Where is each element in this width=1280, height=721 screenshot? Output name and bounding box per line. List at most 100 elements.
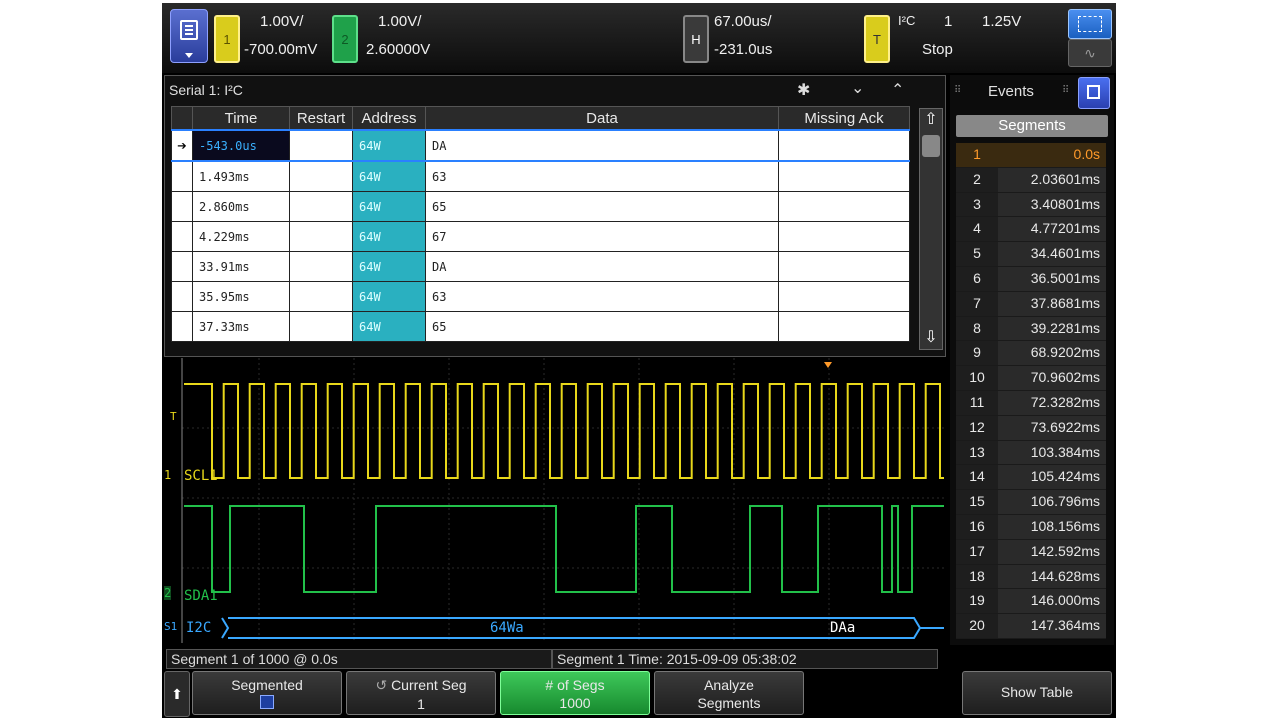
list-item[interactable]: 19 146.000ms: [956, 589, 1106, 615]
scroll-down-icon[interactable]: ⇩: [920, 327, 942, 349]
table-scrollbar[interactable]: ⇧ ⇩: [919, 108, 943, 350]
table-row[interactable]: 4.229ms 64W 67: [171, 221, 910, 252]
horizontal-button[interactable]: H: [683, 15, 709, 63]
segment-time: 108.156ms: [998, 514, 1106, 539]
cell-address: 64W: [352, 129, 426, 162]
trigger-level-marker[interactable]: T: [170, 410, 177, 423]
list-item[interactable]: 10 70.9602ms: [956, 366, 1106, 391]
list-item[interactable]: 11 72.3282ms: [956, 390, 1106, 416]
table-row[interactable]: 33.91ms 64W DA: [171, 251, 910, 282]
list-item[interactable]: 2 2.03601ms: [956, 167, 1106, 193]
segment-time: 144.628ms: [998, 564, 1106, 589]
collapse-down-icon[interactable]: ⌄: [851, 78, 864, 98]
column-header-restart[interactable]: Restart: [289, 106, 353, 131]
softkey-label: # of Segs: [545, 677, 605, 693]
segment-time: 39.2281ms: [998, 316, 1106, 341]
trigger-button[interactable]: T: [864, 15, 890, 63]
softkey-label: Segmented: [231, 677, 303, 693]
cell-missing-ack: [778, 251, 910, 282]
waveform-icon: ∿: [1084, 45, 1096, 61]
table-row[interactable]: 37.33ms 64W 65: [171, 311, 910, 342]
segment-time: 106.796ms: [998, 490, 1106, 514]
expand-up-icon[interactable]: ⌃: [891, 80, 904, 100]
cell-missing-ack: [778, 281, 910, 312]
cell-address: 64W: [352, 221, 426, 252]
list-item[interactable]: 15 106.796ms: [956, 490, 1106, 515]
list-item[interactable]: 18 144.628ms: [956, 564, 1106, 590]
table-row[interactable]: 1.493ms 64W 63: [171, 160, 910, 192]
list-item[interactable]: 3 3.40801ms: [956, 192, 1106, 218]
cell-restart: [289, 129, 353, 162]
gear-icon[interactable]: ✱: [797, 80, 810, 100]
cell-data: 65: [425, 311, 779, 342]
ch1-ground-marker[interactable]: 1: [164, 468, 171, 482]
column-header-time[interactable]: Time: [192, 106, 290, 131]
segment-number: 9: [956, 341, 998, 366]
scroll-up-icon[interactable]: ⇧: [920, 109, 942, 131]
current-seg-softkey[interactable]: ↺ Current Seg 1: [346, 671, 496, 715]
waveform-mode-button[interactable]: ∿: [1068, 39, 1112, 67]
show-table-softkey[interactable]: Show Table: [962, 671, 1112, 715]
list-item[interactable]: 4 4.77201ms: [956, 217, 1106, 243]
zoom-button[interactable]: [1068, 9, 1112, 39]
segments-tab[interactable]: Segments: [956, 115, 1108, 137]
drag-handle-icon[interactable]: ⠿: [954, 85, 961, 96]
list-item[interactable]: 6 36.5001ms: [956, 266, 1106, 292]
cell-restart: [289, 281, 353, 312]
segmented-softkey[interactable]: Segmented: [192, 671, 342, 715]
cell-time: -543.0us: [192, 129, 290, 162]
main-menu-button[interactable]: [170, 9, 208, 63]
column-header-data[interactable]: Data: [425, 106, 779, 131]
table-row[interactable]: 2.860ms 64W 65: [171, 191, 910, 222]
softkey-label-2: Segments: [697, 695, 761, 711]
column-header-address[interactable]: Address: [352, 106, 426, 131]
num-segs-softkey[interactable]: # of Segs 1000: [500, 671, 650, 715]
analyze-segments-softkey[interactable]: Analyze Segments: [654, 671, 804, 715]
list-item[interactable]: 7 37.8681ms: [956, 291, 1106, 317]
serial-marker[interactable]: S1: [164, 620, 177, 633]
cell-data: 63: [425, 160, 779, 192]
list-item[interactable]: 12 73.6922ms: [956, 415, 1106, 441]
column-header-missing-ack[interactable]: Missing Ack: [778, 106, 910, 131]
serial-decode-panel: Serial 1: I²C ✱ ⌄ ⌃ Time Restart Address…: [164, 75, 946, 357]
segment-number: 7: [956, 291, 998, 316]
segment-number: 2: [956, 167, 998, 192]
segment-time: 0.0s: [998, 143, 1106, 167]
row-arrow-header: [171, 106, 193, 131]
panel-title: Serial 1: I²C: [169, 82, 243, 98]
back-up-button[interactable]: ⬆: [164, 671, 190, 717]
list-item[interactable]: 8 39.2281ms: [956, 316, 1106, 342]
cell-missing-ack: [778, 129, 910, 162]
segment-time: 3.40801ms: [998, 192, 1106, 217]
list-item[interactable]: 14 105.424ms: [956, 465, 1106, 491]
list-item[interactable]: 1 0.0s: [956, 143, 1106, 168]
channel-2-button[interactable]: 2: [332, 15, 358, 63]
ch2-ground-marker[interactable]: 2: [164, 586, 172, 600]
cell-time: 35.95ms: [192, 281, 290, 312]
cell-data: DA: [425, 129, 779, 162]
cell-time: 33.91ms: [192, 251, 290, 282]
scrollbar-thumb[interactable]: [922, 135, 940, 157]
table-row[interactable]: 35.95ms 64W 63: [171, 281, 910, 312]
list-item[interactable]: 5 34.4601ms: [956, 242, 1106, 267]
sda-label: SDA1: [184, 588, 218, 604]
segment-number: 17: [956, 539, 998, 564]
table-row[interactable]: ➔ -543.0us 64W DA: [171, 129, 910, 162]
waveform-display[interactable]: T 1 SCL1 2 SDA1 S1 I2C 64Wa DAa: [164, 358, 944, 643]
list-item[interactable]: 16 108.156ms: [956, 514, 1106, 540]
segment-time: 70.9602ms: [998, 366, 1106, 390]
list-item[interactable]: 17 142.592ms: [956, 539, 1106, 565]
checkbox-icon[interactable]: [260, 695, 274, 709]
drag-handle-icon[interactable]: ⠿: [1062, 85, 1069, 96]
cell-time: 1.493ms: [192, 160, 290, 192]
list-item[interactable]: 9 68.9202ms: [956, 341, 1106, 367]
segment-time: 72.3282ms: [998, 390, 1106, 415]
segments-list: 1 0.0s 2 2.03601ms 3 3.40801ms 4 4.77201ms 5 34.4…: [956, 143, 1106, 639]
events-list-button[interactable]: [1078, 77, 1110, 109]
cell-restart: [289, 191, 353, 222]
cell-address: 64W: [352, 191, 426, 222]
segment-time: 142.592ms: [998, 539, 1106, 564]
channel-1-button[interactable]: 1: [214, 15, 240, 63]
list-item[interactable]: 13 103.384ms: [956, 440, 1106, 466]
list-icon: [1087, 85, 1100, 99]
